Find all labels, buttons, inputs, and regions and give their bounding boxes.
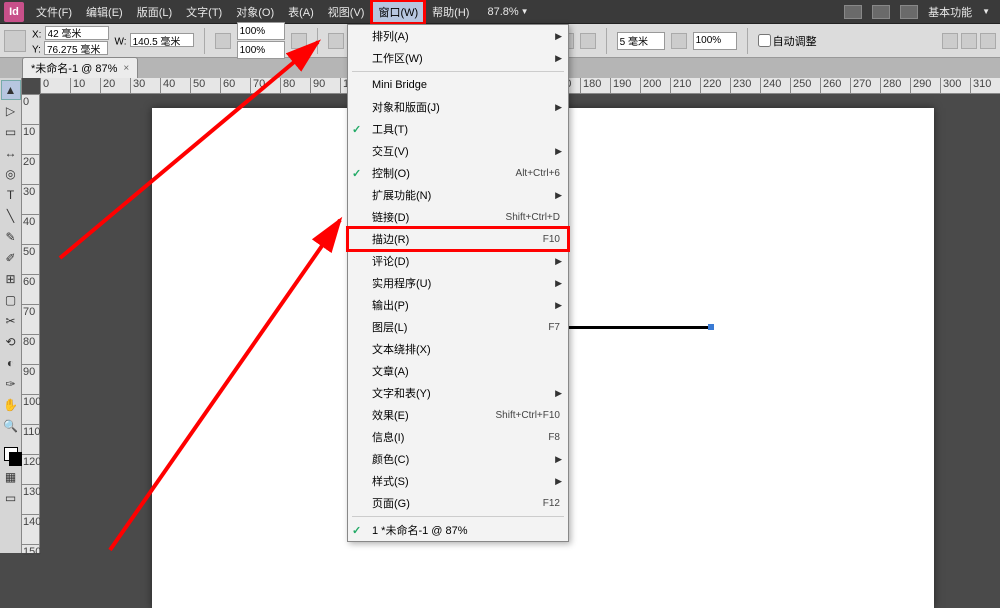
opacity-input[interactable] xyxy=(693,32,737,50)
menu-对象(O)[interactable]: 对象(O) xyxy=(230,1,280,23)
top-menu-bar: Id 文件(F)编辑(E)版面(L)文字(T)对象(O)表(A)视图(V)窗口(… xyxy=(0,0,1000,24)
view-mode-tool[interactable]: ▭ xyxy=(1,488,21,508)
menu-item-文字和表(Y)[interactable]: 文字和表(Y)▶ xyxy=(348,382,568,404)
toolbox: ▲ ▷ ▭ ↔ ◎ T ╲ ✎ ✐ ⊞ ▢ ✂ ⟲ ◐ ✑ ✋ 🔍 ▦ ▭ xyxy=(0,78,22,553)
menu-item-扩展功能(N)[interactable]: 扩展功能(N)▶ xyxy=(348,184,568,206)
rotate-icon[interactable] xyxy=(291,33,307,49)
menu-item-样式(S)[interactable]: 样式(S)▶ xyxy=(348,470,568,492)
y-input[interactable] xyxy=(44,41,108,55)
misc-icon-1[interactable] xyxy=(942,33,958,49)
menu-窗口(W)[interactable]: 窗口(W) xyxy=(372,1,424,23)
scale-link-icon[interactable] xyxy=(215,33,231,49)
menu-item-描边(R)[interactable]: 描边(R)F10 xyxy=(348,228,568,250)
menu-item-信息(I)[interactable]: 信息(I)F8 xyxy=(348,426,568,448)
direct-select-tool[interactable]: ▷ xyxy=(1,101,21,121)
app-logo-icon: Id xyxy=(4,2,24,22)
zoom-display[interactable]: 87.8%▼ xyxy=(487,6,528,18)
menu-item-评论(D)[interactable]: 评论(D)▶ xyxy=(348,250,568,272)
scissors-tool[interactable]: ✂ xyxy=(1,311,21,331)
align-icon[interactable] xyxy=(671,33,687,49)
menu-item-交互(V)[interactable]: 交互(V)▶ xyxy=(348,140,568,162)
menu-item-页面(G)[interactable]: 页面(G)F12 xyxy=(348,492,568,514)
zoom-tool[interactable]: 🔍 xyxy=(1,416,21,436)
menu-视图(V)[interactable]: 视图(V) xyxy=(322,1,371,23)
view-mode-icon[interactable] xyxy=(844,5,862,19)
menu-item-工作区(W)[interactable]: 工作区(W)▶ xyxy=(348,47,568,69)
w-input[interactable] xyxy=(130,33,194,47)
menu-item-对象和版面(J)[interactable]: 对象和版面(J)▶ xyxy=(348,96,568,118)
menu-item-输出(P)[interactable]: 输出(P)▶ xyxy=(348,294,568,316)
menu-item-排列(A)[interactable]: 排列(A)▶ xyxy=(348,25,568,47)
topbar-right: 基本功能▼ xyxy=(844,4,996,20)
menu-item-控制(O)[interactable]: ✓控制(O)Alt+Ctrl+6 xyxy=(348,162,568,184)
menu-文件(F)[interactable]: 文件(F) xyxy=(30,1,78,23)
menu-item-文章(A)[interactable]: 文章(A) xyxy=(348,360,568,382)
menu-版面(L)[interactable]: 版面(L) xyxy=(131,1,178,23)
misc-icon-3[interactable] xyxy=(980,33,996,49)
misc-icon-2[interactable] xyxy=(961,33,977,49)
window-menu-dropdown: 排列(A)▶工作区(W)▶ Mini Bridge对象和版面(J)▶✓工具(T)交… xyxy=(347,24,569,542)
menu-item-实用程序(U)[interactable]: 实用程序(U)▶ xyxy=(348,272,568,294)
corners-icon[interactable] xyxy=(580,33,596,49)
screen-mode-icon[interactable] xyxy=(872,5,890,19)
gradient-tool[interactable]: ◐ xyxy=(1,353,21,373)
menu-item-工具(T)[interactable]: ✓工具(T) xyxy=(348,118,568,140)
content-tool[interactable]: ◎ xyxy=(1,164,21,184)
x-input[interactable] xyxy=(45,26,109,40)
menu-item-效果(E)[interactable]: 效果(E)Shift+Ctrl+F10 xyxy=(348,404,568,426)
frame-tool[interactable]: ⊞ xyxy=(1,269,21,289)
selection-tool[interactable]: ▲ xyxy=(1,80,21,100)
color-mode-icon[interactable]: ▦ xyxy=(1,467,21,487)
menu-item-文本绕排(X)[interactable]: 文本绕排(X) xyxy=(348,338,568,360)
menu-编辑(E)[interactable]: 编辑(E) xyxy=(80,1,129,23)
menu-item-图层(L)[interactable]: 图层(L)F7 xyxy=(348,316,568,338)
doc-tab[interactable]: *未命名-1 @ 87%× xyxy=(22,57,138,78)
arrange-icon[interactable] xyxy=(900,5,918,19)
menu-文字(T)[interactable]: 文字(T) xyxy=(180,1,228,23)
menu-container: 文件(F)编辑(E)版面(L)文字(T)对象(O)表(A)视图(V)窗口(W)帮… xyxy=(30,1,475,23)
menu-item-1 *未命名-1 @ 87%[interactable]: ✓1 *未命名-1 @ 87% xyxy=(348,519,568,541)
gap-tool[interactable]: ↔ xyxy=(1,143,21,163)
menu-表(A)[interactable]: 表(A) xyxy=(282,1,320,23)
fill-stroke-swatch[interactable] xyxy=(1,442,21,466)
reference-point-icon[interactable] xyxy=(4,30,26,52)
rect-tool[interactable]: ▢ xyxy=(1,290,21,310)
eyedropper-tool[interactable]: ✑ xyxy=(1,374,21,394)
auto-adjust-checkbox[interactable]: 自动调整 xyxy=(758,33,817,49)
line-handle-end[interactable] xyxy=(708,324,714,330)
ruler-vertical: 0102030405060708090100110120130140150 xyxy=(22,94,40,553)
transform-tool[interactable]: ⟲ xyxy=(1,332,21,352)
page-tool[interactable]: ▭ xyxy=(1,122,21,142)
pen-tool[interactable]: ✎ xyxy=(1,227,21,247)
line-tool[interactable]: ╲ xyxy=(1,206,21,226)
menu-item-Mini Bridge[interactable]: Mini Bridge xyxy=(348,74,568,96)
scale-y-input[interactable] xyxy=(237,41,285,59)
hand-tool[interactable]: ✋ xyxy=(1,395,21,415)
pencil-tool[interactable]: ✐ xyxy=(1,248,21,268)
flip-h-icon[interactable] xyxy=(328,33,344,49)
gap-input[interactable] xyxy=(617,32,665,50)
menu-item-链接(D)[interactable]: 链接(D)Shift+Ctrl+D xyxy=(348,206,568,228)
workspace-label[interactable]: 基本功能 xyxy=(928,4,972,20)
menu-帮助(H)[interactable]: 帮助(H) xyxy=(426,1,475,23)
scale-x-input[interactable] xyxy=(237,22,285,40)
menu-item-颜色(C)[interactable]: 颜色(C)▶ xyxy=(348,448,568,470)
chevron-down-icon: ▼ xyxy=(521,7,529,16)
type-tool[interactable]: T xyxy=(1,185,21,205)
close-icon[interactable]: × xyxy=(123,63,129,74)
